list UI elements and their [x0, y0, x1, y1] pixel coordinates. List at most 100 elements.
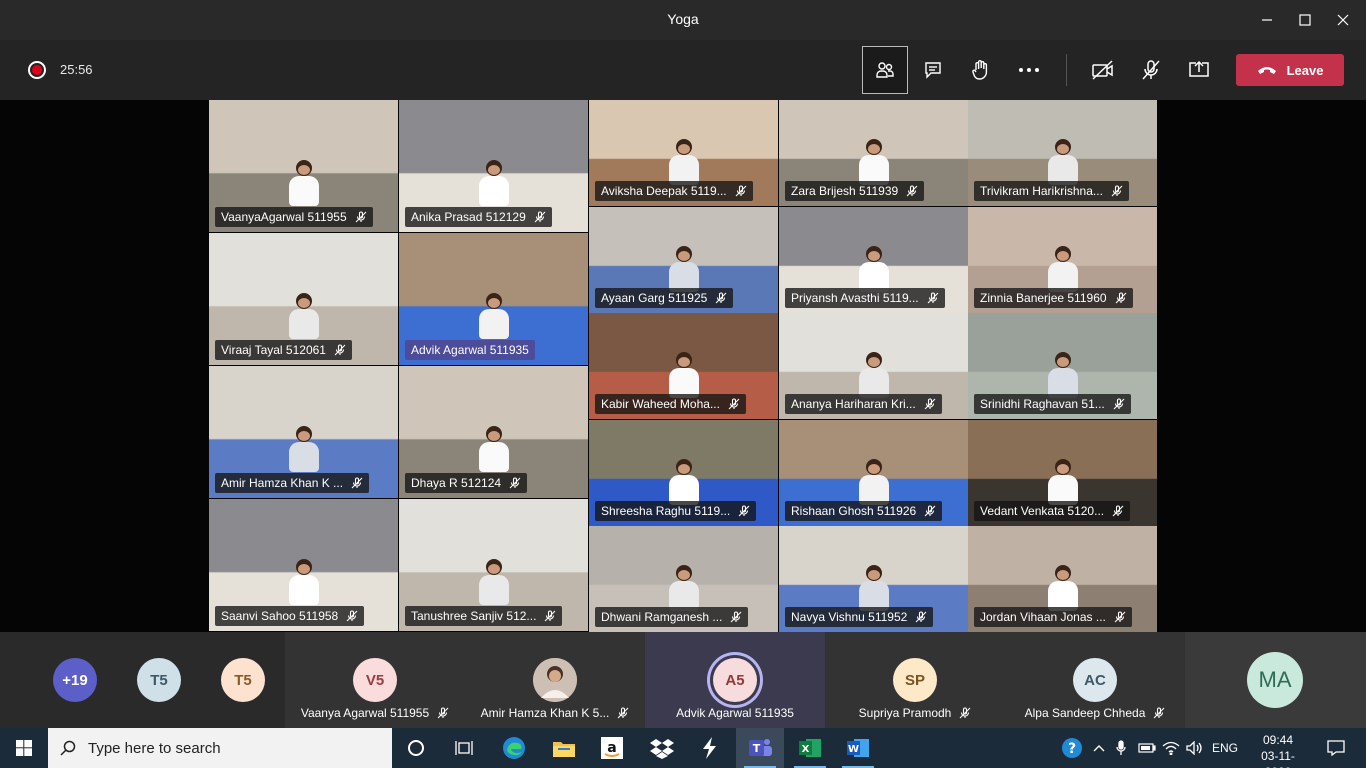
participant-tile[interactable]: A5 Advik Agarwal 511935 — [645, 632, 825, 728]
title-bar: Yoga — [0, 0, 1366, 40]
winamp-app[interactable] — [686, 728, 734, 768]
show-hidden-icons-button[interactable] — [1090, 728, 1108, 768]
action-center-button[interactable] — [1316, 728, 1356, 768]
video-tile[interactable]: Trivikram Harikrishna... — [968, 100, 1157, 206]
help-tray-button[interactable]: ? — [1058, 728, 1086, 768]
input-language[interactable]: ENG — [1212, 741, 1238, 755]
video-tile[interactable]: Kabir Waheed Moha... — [589, 313, 778, 419]
word-app[interactable]: W — [834, 728, 882, 768]
show-chat-button[interactable] — [910, 46, 956, 94]
participant-figure — [857, 458, 891, 507]
participant-figure — [667, 564, 701, 613]
video-tile[interactable]: Jordan Vihaan Jonas ... — [968, 526, 1157, 632]
wifi-icon — [1162, 741, 1180, 755]
mic-off-icon — [1112, 505, 1124, 517]
participant-nameplate: VaanyaAgarwal 511955 — [215, 207, 373, 227]
start-button[interactable] — [0, 728, 48, 768]
video-tile[interactable]: Ayaan Garg 511925 — [589, 207, 778, 313]
video-tile[interactable]: Dhwani Ramganesh ... — [589, 526, 778, 632]
taskbar-clock[interactable]: 09:44 03-11-2020 — [1248, 732, 1308, 768]
cortana-button[interactable] — [392, 728, 440, 768]
participant-tile[interactable]: AC Alpa Sandeep Chheda — [1005, 632, 1185, 728]
participant-figure — [667, 458, 701, 507]
video-tile[interactable]: Navya Vishnu 511952 — [779, 526, 968, 632]
excel-app[interactable]: X — [786, 728, 834, 768]
more-actions-button[interactable] — [1006, 46, 1052, 94]
camera-toggle-button[interactable] — [1080, 46, 1126, 94]
video-tile[interactable]: Srinidhi Raghavan 51... — [968, 313, 1157, 419]
video-tile[interactable]: Dhaya R 512124 — [399, 366, 588, 498]
video-tile[interactable]: Saanvi Sahoo 511958 — [209, 499, 398, 631]
video-tile[interactable]: Amir Hamza Khan K ... — [209, 366, 398, 498]
participant-name: Tanushree Sanjiv 512... — [411, 609, 537, 623]
video-tile[interactable]: Zinnia Banerjee 511960 — [968, 207, 1157, 313]
video-tile[interactable]: VaanyaAgarwal 511955 — [209, 100, 398, 232]
share-content-button[interactable] — [1176, 46, 1222, 94]
participant-tile[interactable]: Amir Hamza Khan K 5... — [465, 632, 645, 728]
participant-avatar[interactable]: T5 — [221, 658, 265, 702]
edge-app[interactable] — [490, 728, 538, 768]
self-preview[interactable]: MA — [1185, 632, 1366, 728]
participant-avatar[interactable]: T5 — [137, 658, 181, 702]
amazon-app[interactable]: a — [588, 728, 636, 768]
mic-off-icon — [924, 398, 936, 410]
battery-tray-button[interactable] — [1136, 728, 1158, 768]
minimize-icon — [1262, 19, 1272, 21]
mic-toggle-button[interactable] — [1128, 46, 1174, 94]
participant-name: Dhwani Ramganesh ... — [601, 610, 723, 624]
participant-figure — [857, 564, 891, 613]
overflow-participants-badge[interactable]: +19 — [53, 658, 97, 702]
video-tile[interactable]: Rishaan Ghosh 511926 — [779, 420, 968, 526]
participant-figure — [287, 160, 321, 208]
search-icon — [60, 740, 76, 756]
task-view-button[interactable] — [440, 728, 488, 768]
avatar-initials: T5 — [234, 671, 252, 689]
participant-avatar: SP — [893, 658, 937, 702]
participant-name: Trivikram Harikrishna... — [980, 184, 1103, 198]
close-button[interactable] — [1320, 0, 1366, 40]
participant-avatar: AC — [1073, 658, 1117, 702]
participant-name: Dhaya R 512124 — [411, 476, 502, 490]
leave-button[interactable]: Leave — [1236, 54, 1344, 86]
participant-name: Alpa Sandeep Chheda — [1024, 706, 1146, 720]
video-tile[interactable]: Priyansh Avasthi 5119... — [779, 207, 968, 313]
video-tile[interactable]: Advik Agarwal 511935 — [399, 233, 588, 365]
mic-off-icon — [731, 611, 742, 623]
network-tray-button[interactable] — [1160, 728, 1182, 768]
participant-tile[interactable]: V5 Vaanya Agarwal 511955 — [285, 632, 465, 728]
video-tile[interactable]: Vedant Venkata 5120... — [968, 420, 1157, 526]
participant-name: Navya Vishnu 511952 — [791, 610, 908, 624]
microphone-tray-button[interactable] — [1112, 728, 1130, 768]
participant-figure — [1046, 564, 1080, 613]
file-explorer-app[interactable] — [540, 728, 588, 768]
mic-off-icon — [924, 505, 936, 517]
participant-avatar: A5 — [713, 658, 757, 702]
show-participants-button[interactable] — [862, 46, 908, 94]
raise-hand-button[interactable] — [958, 46, 1004, 94]
video-tile[interactable]: Viraaj Tayal 512061 — [209, 233, 398, 365]
video-tile[interactable]: Tanushree Sanjiv 512... — [399, 499, 588, 631]
participant-nameplate: Amir Hamza Khan K ... — [215, 473, 370, 493]
dropbox-app[interactable] — [638, 728, 686, 768]
participant-nameplate: Dhaya R 512124 — [405, 473, 528, 493]
participant-name-row: Supriya Pramodh — [825, 706, 1005, 720]
volume-tray-button[interactable] — [1184, 728, 1206, 768]
word-icon: W — [847, 739, 869, 757]
participant-nameplate: Navya Vishnu 511952 — [785, 607, 934, 627]
participant-tile[interactable]: SP Supriya Pramodh — [825, 632, 1005, 728]
dropbox-icon — [650, 739, 674, 759]
taskbar-search-box[interactable]: Type here to search — [48, 728, 392, 768]
video-tile[interactable]: Anika Prasad 512129 — [399, 100, 588, 232]
participant-name-row: Amir Hamza Khan K 5... — [465, 706, 645, 720]
participant-figure — [1046, 245, 1080, 294]
avatar-initials: MA — [1258, 667, 1292, 692]
teams-icon: T — [749, 739, 772, 756]
teams-app[interactable]: T — [736, 728, 784, 768]
video-tile[interactable]: Ananya Hariharan Kri... — [779, 313, 968, 419]
video-tile[interactable]: Shreesha Raghu 5119... — [589, 420, 778, 526]
participant-name-row: Vaanya Agarwal 511955 — [285, 706, 465, 720]
video-tile[interactable]: Aviksha Deepak 5119... — [589, 100, 778, 206]
participant-name: Vedant Venkata 5120... — [980, 504, 1105, 518]
maximize-icon — [1299, 14, 1311, 26]
video-tile[interactable]: Zara Brijesh 511939 — [779, 100, 968, 206]
